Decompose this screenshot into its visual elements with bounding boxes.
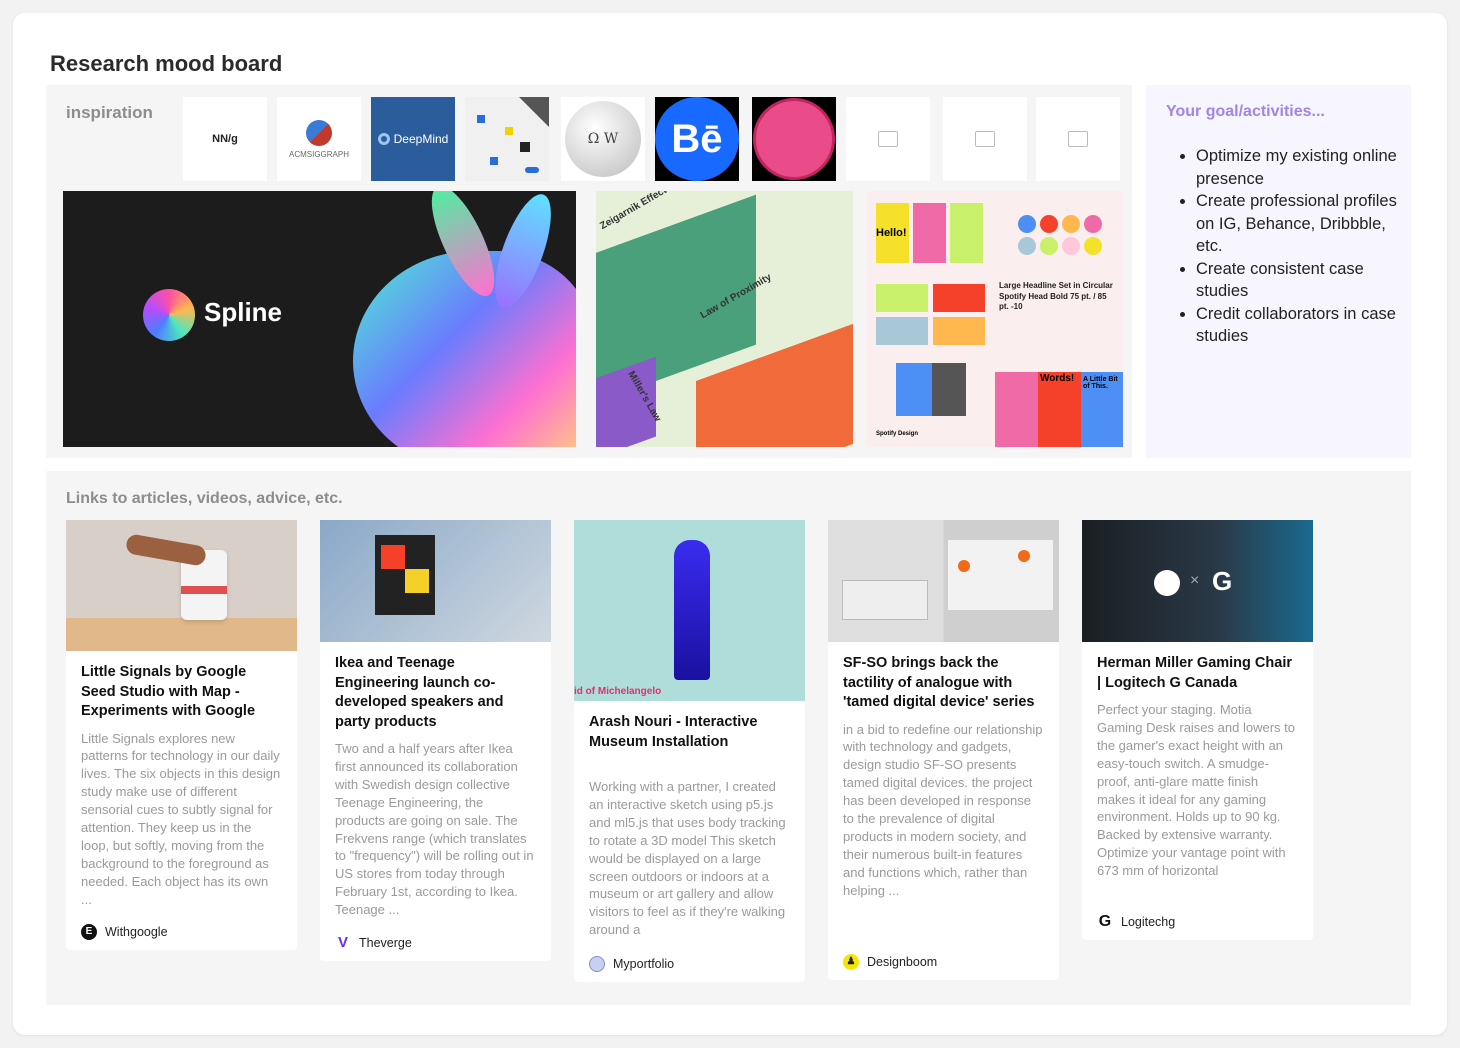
logitech-g-icon: G (1098, 913, 1112, 930)
link-card[interactable]: id of Michelangelo Arash Nouri - Interac… (574, 520, 805, 982)
wikipedia-logo[interactable]: Ω W (561, 97, 645, 181)
spline-logo-icon (143, 289, 195, 341)
goal-item: Optimize my existing online presence (1196, 145, 1406, 190)
siggraph-text: ACMSIGGRAPH (288, 149, 349, 159)
image-placeholder[interactable] (943, 97, 1027, 181)
theverge-icon: V (337, 934, 348, 951)
spline-image[interactable]: Spline (63, 191, 576, 447)
source-name: Myportfolio (613, 957, 675, 971)
card-description: Perfect your staging. Motia Gaming Desk … (1097, 702, 1295, 879)
card-title[interactable]: Little Signals by Google Seed Studio wit… (66, 663, 297, 722)
link-card[interactable]: SF-SO brings back the tactility of analo… (828, 520, 1059, 980)
globe-icon (589, 956, 605, 972)
deepmind-logo[interactable]: DeepMind (371, 97, 455, 181)
link-card[interactable]: Ikea and Teenage Engineering launch co-d… (320, 520, 551, 961)
little-bit-text: A Little Bit of This. (1081, 372, 1123, 447)
link-card[interactable]: Little Signals by Google Seed Studio wit… (66, 520, 297, 950)
siggraph-icon (306, 119, 332, 146)
gestalt-laws-image[interactable]: Law of Proximity Miller's Law Zeigarnik … (596, 191, 853, 447)
card-source[interactable]: Myportfolio (589, 956, 674, 972)
card-image (320, 520, 551, 642)
link-card[interactable]: × G Herman Miller Gaming Chair | Logitech… (1082, 520, 1313, 940)
card-description: Two and a half years after Ikea first an… (335, 741, 534, 918)
keyboard-photo[interactable] (465, 97, 549, 181)
card-source[interactable]: G Logitechg (1097, 914, 1175, 930)
words-panel: Words! (1038, 372, 1081, 447)
spline-text: Spline (204, 297, 283, 327)
behance-text: Bē (655, 97, 739, 181)
goals-panel: Your goal/activities... Optimize my exis… (1146, 85, 1411, 458)
image-icon (975, 131, 995, 147)
image-icon (1068, 131, 1088, 147)
source-name: Logitechg (1121, 915, 1176, 929)
card-source[interactable]: V Theverge (335, 935, 412, 951)
spotify-brand-text: Spotify Design (876, 431, 919, 437)
card-image (828, 520, 1059, 642)
card-description: Working with a partner, I created an int… (589, 779, 786, 938)
goal-item: Create professional profiles on IG, Beha… (1196, 190, 1406, 258)
card-image (66, 520, 297, 651)
inspiration-label: inspiration (66, 103, 153, 122)
image-placeholder[interactable] (1036, 97, 1120, 181)
card-title[interactable]: SF-SO brings back the tactility of analo… (828, 654, 1059, 713)
withgoogle-icon: E (81, 924, 97, 940)
card-source[interactable]: E Withgoogle (81, 924, 168, 940)
card-title[interactable]: Arash Nouri - Interactive Museum Install… (574, 713, 805, 752)
image-placeholder[interactable] (846, 97, 930, 181)
deepmind-icon (377, 133, 390, 145)
headline-text: Large Headline Set in Circular Spotify H… (999, 281, 1113, 311)
card-description: Little Signals explores new patterns for… (81, 730, 281, 907)
nng-text: NN/g (212, 133, 238, 145)
goal-item: Create consistent case studies (1196, 258, 1406, 303)
card-title[interactable]: Herman Miller Gaming Chair | Logitech G … (1082, 654, 1313, 693)
card-image: id of Michelangelo (574, 520, 805, 701)
card-title[interactable]: Ikea and Teenage Engineering launch co-d… (320, 654, 551, 732)
goals-list: Optimize my existing online presence Cre… (1196, 145, 1406, 348)
goal-item: Credit collaborators in case studies (1196, 303, 1406, 348)
card-source[interactable]: ♟ Designboom (843, 954, 937, 970)
goals-heading: Your goal/activities... (1166, 103, 1325, 120)
hello-text: Hello! (876, 203, 909, 263)
behance-logo[interactable]: Bē (655, 97, 739, 181)
designboom-icon: ♟ (843, 954, 859, 970)
image-caption: id of Michelangelo (574, 686, 662, 697)
links-label: Links to articles, videos, advice, etc. (66, 490, 343, 507)
dribbble-logo[interactable] (752, 97, 836, 181)
deepmind-text: DeepMind (393, 132, 449, 146)
spotify-design-image[interactable]: Hello! Large Headline Set in Circular Sp… (866, 191, 1123, 447)
acm-siggraph-logo[interactable]: ACMSIGGRAPH (277, 97, 361, 181)
source-name: Theverge (359, 936, 412, 950)
nng-logo[interactable]: NN/g (183, 97, 267, 181)
words-text: Words! (1040, 373, 1075, 384)
source-name: Withgoogle (105, 925, 168, 939)
card-description: in a bid to redefine our relationship wi… (843, 721, 1043, 898)
source-name: Designboom (867, 955, 938, 969)
gestalt-label: Zeigarnik Effect (598, 191, 669, 233)
card-image: × G (1082, 520, 1313, 642)
page-title: Research mood board (50, 51, 283, 76)
image-icon (878, 131, 898, 147)
